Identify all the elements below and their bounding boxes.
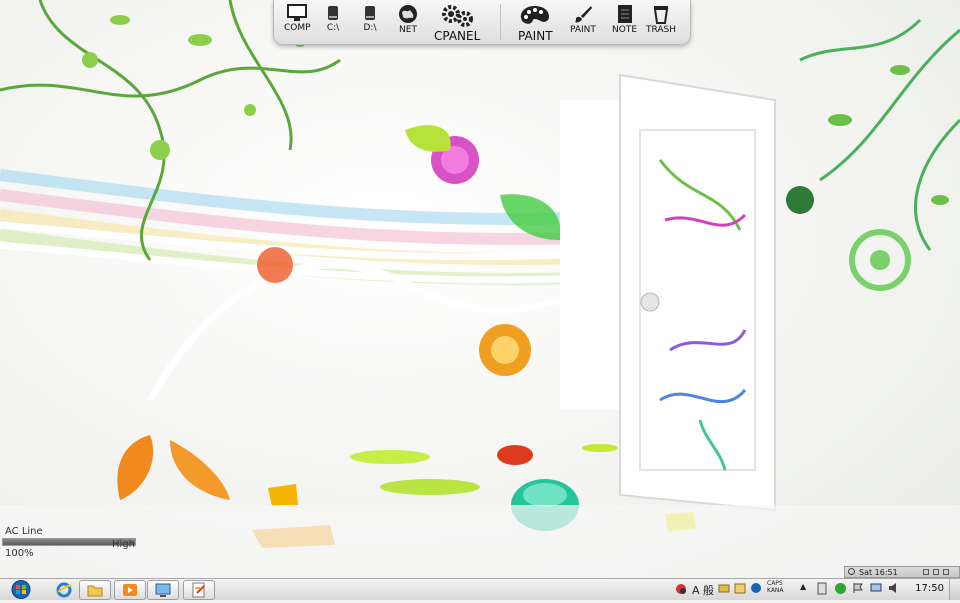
gears-icon <box>442 5 474 27</box>
kana-indicator: KANA <box>767 587 784 594</box>
network-icon[interactable] <box>870 582 882 594</box>
dock-item-drive-c[interactable]: C:\ <box>326 4 340 33</box>
dock-item-note[interactable]: NOTE <box>612 4 637 35</box>
dock-label-net: NET <box>399 25 417 35</box>
dock-label-trash: TRASH <box>646 25 677 35</box>
monitor-window-icon <box>155 583 171 597</box>
dock-label-drive-c: C:\ <box>326 23 340 33</box>
clock-widget: Sat 16:51 <box>844 566 960 578</box>
launcher-dock: COMP C:\ D:\ NET CPANEL PAINT PAINT NOTE… <box>273 0 691 45</box>
widget-settings-icon[interactable] <box>933 569 939 575</box>
taskbar-media-player[interactable] <box>114 580 146 600</box>
folder-icon <box>87 585 103 597</box>
clock-widget-datetime: Sat 16:51 <box>859 568 898 577</box>
power-gauge-widget: AC Line 100% High <box>0 524 140 560</box>
desktop-wallpaper <box>0 0 960 578</box>
show-desktop-button[interactable] <box>949 579 960 600</box>
language-bar-icon[interactable] <box>674 582 688 596</box>
dock-item-paint-brush[interactable]: PAINT <box>570 4 596 35</box>
taskbar-clock[interactable]: 17:50 <box>915 583 944 594</box>
dock-item-net[interactable]: NET <box>398 4 418 35</box>
dock-label-drive-d: D:\ <box>363 23 377 33</box>
windows-start-icon <box>11 580 31 599</box>
trash-icon <box>653 6 669 24</box>
taskbar-document-app[interactable] <box>183 580 215 600</box>
caps-indicator: CAPS <box>767 580 783 587</box>
flag-action-center-icon[interactable] <box>852 582 864 594</box>
drive-icon <box>365 6 375 20</box>
power-source-label: AC Line <box>5 526 43 537</box>
ime-mode-indicator[interactable]: A 般 <box>692 582 714 598</box>
dock-label-comp: COMP <box>284 23 311 33</box>
ime-status-text: CAPS KANA <box>767 580 784 594</box>
show-hidden-icons-icon[interactable]: ▲ <box>800 582 806 591</box>
monitor-icon <box>287 4 308 21</box>
ime-dictionary-icon[interactable] <box>734 582 746 594</box>
dock-item-comp[interactable]: COMP <box>284 4 311 33</box>
dock-label-note: NOTE <box>612 25 638 35</box>
notepad-icon <box>617 5 632 23</box>
dock-item-drive-d[interactable]: D:\ <box>363 4 377 33</box>
globe-icon <box>399 5 417 23</box>
brush-icon <box>574 6 592 23</box>
battery-percent: 100% <box>5 548 34 559</box>
taskbar-window-app[interactable] <box>147 580 179 600</box>
internet-explorer-icon <box>56 582 72 598</box>
palette-icon <box>521 6 550 24</box>
ime-tool-icon[interactable] <box>718 582 730 594</box>
start-button[interactable] <box>4 580 38 599</box>
help-icon[interactable] <box>750 582 762 594</box>
volume-icon[interactable] <box>888 582 900 594</box>
dock-item-trash[interactable]: TRASH <box>646 4 676 35</box>
document-edit-icon <box>192 582 205 598</box>
drive-icon <box>328 6 338 20</box>
dock-label-cpanel: CPANEL <box>434 29 481 43</box>
taskbar-internet-explorer[interactable] <box>48 580 80 600</box>
taskbar-explorer[interactable] <box>79 580 111 600</box>
media-player-icon <box>123 584 137 596</box>
power-level-label: High <box>112 539 135 550</box>
dock-item-paint[interactable]: PAINT <box>518 4 553 43</box>
clock-icon <box>848 568 855 575</box>
dock-label-paint-brush: PAINT <box>570 25 596 35</box>
taskbar: A 般 CAPS KANA ▲ 17:50 <box>0 578 960 600</box>
dock-separator <box>500 4 501 40</box>
dock-label-paint: PAINT <box>518 29 553 43</box>
safely-remove-icon[interactable] <box>816 582 828 595</box>
dock-item-cpanel[interactable]: CPANEL <box>434 4 480 43</box>
widget-close-icon[interactable] <box>943 569 949 575</box>
security-shield-icon[interactable] <box>834 582 847 595</box>
widget-minimize-icon[interactable] <box>923 569 929 575</box>
